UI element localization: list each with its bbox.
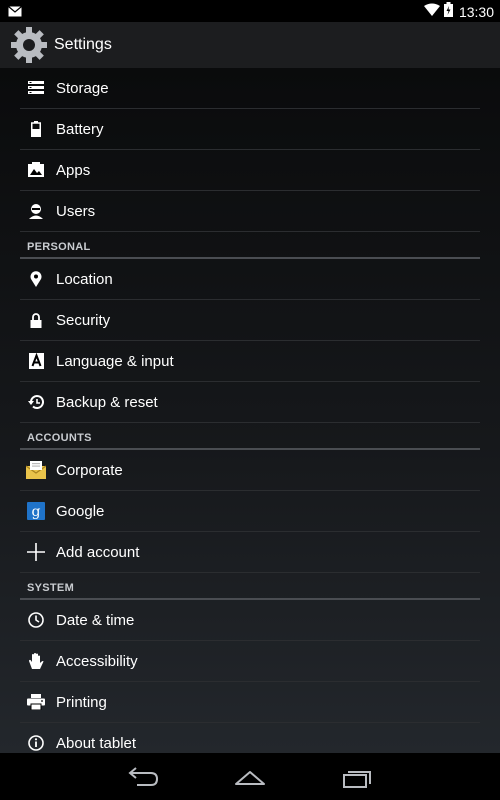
settings-item-label: Battery — [56, 120, 104, 138]
lock-icon — [26, 310, 46, 330]
backup-restore-icon — [26, 392, 46, 412]
settings-item-label: About tablet — [56, 734, 137, 752]
settings-item-label: Google — [56, 502, 105, 520]
hand-icon — [26, 651, 46, 671]
plus-icon — [26, 542, 46, 562]
settings-item-battery[interactable]: Battery — [20, 109, 480, 150]
settings-item-users[interactable]: Users — [20, 191, 480, 232]
corporate-mail-icon — [26, 460, 46, 480]
settings-item-label: Date & time — [56, 611, 135, 629]
settings-item-location[interactable]: Location — [20, 259, 480, 300]
settings-item-label: Printing — [56, 693, 107, 711]
settings-item-label: Users — [56, 202, 96, 220]
settings-item-label: Language & input — [56, 352, 174, 370]
settings-item-google[interactable]: g Google — [20, 491, 480, 532]
storage-icon — [26, 78, 46, 98]
mail-icon — [8, 4, 22, 22]
section-header-text: PERSONAL — [27, 241, 91, 253]
google-icon: g — [26, 501, 46, 521]
users-icon — [26, 201, 46, 221]
battery-charging-icon — [443, 2, 453, 22]
navigation-bar — [0, 753, 500, 800]
home-icon[interactable] — [233, 765, 267, 789]
settings-item-label: Corporate — [56, 461, 123, 479]
settings-list[interactable]: Storage Battery Apps Users PERSONAL Loca… — [0, 68, 500, 753]
printer-icon — [26, 692, 46, 712]
settings-item-label: Apps — [56, 161, 91, 179]
svg-text:g: g — [32, 504, 41, 520]
settings-item-date-time[interactable]: Date & time — [20, 600, 480, 641]
recent-apps-icon[interactable] — [339, 765, 373, 789]
wifi-icon — [423, 3, 440, 21]
settings-item-storage[interactable]: Storage — [20, 68, 480, 109]
section-header-text: SYSTEM — [27, 582, 75, 594]
info-icon — [26, 733, 46, 753]
settings-item-label: Accessibility — [56, 652, 138, 670]
settings-item-about-tablet[interactable]: About tablet — [20, 723, 480, 753]
section-header-system: SYSTEM — [20, 573, 480, 600]
settings-item-printing[interactable]: Printing — [20, 682, 480, 723]
settings-item-label: Add account — [56, 543, 140, 561]
location-pin-icon — [26, 269, 46, 289]
clock-icon — [26, 610, 46, 630]
status-bar: 13:30 — [0, 0, 500, 22]
settings-item-backup-reset[interactable]: Backup & reset — [20, 382, 480, 423]
settings-item-language-input[interactable]: Language & input — [20, 341, 480, 382]
page-title: Settings — [54, 36, 112, 53]
language-icon — [26, 351, 46, 371]
section-header-personal: PERSONAL — [20, 232, 480, 259]
section-header-text: ACCOUNTS — [27, 432, 92, 444]
back-icon[interactable] — [127, 765, 161, 789]
section-header-accounts: ACCOUNTS — [20, 423, 480, 450]
action-bar: Settings — [0, 22, 500, 69]
battery-icon — [26, 119, 46, 139]
settings-item-label: Backup & reset — [56, 393, 158, 411]
settings-item-corporate[interactable]: Corporate — [20, 450, 480, 491]
settings-item-security[interactable]: Security — [20, 300, 480, 341]
settings-item-add-account[interactable]: Add account — [20, 532, 480, 573]
settings-item-label: Security — [56, 311, 111, 329]
settings-item-label: Location — [56, 270, 113, 288]
settings-gear-icon[interactable] — [10, 26, 48, 64]
settings-item-accessibility[interactable]: Accessibility — [20, 641, 480, 682]
settings-item-label: Storage — [56, 79, 109, 97]
apps-icon — [26, 160, 46, 180]
clock-time: 13:30 — [458, 4, 494, 20]
settings-item-apps[interactable]: Apps — [20, 150, 480, 191]
